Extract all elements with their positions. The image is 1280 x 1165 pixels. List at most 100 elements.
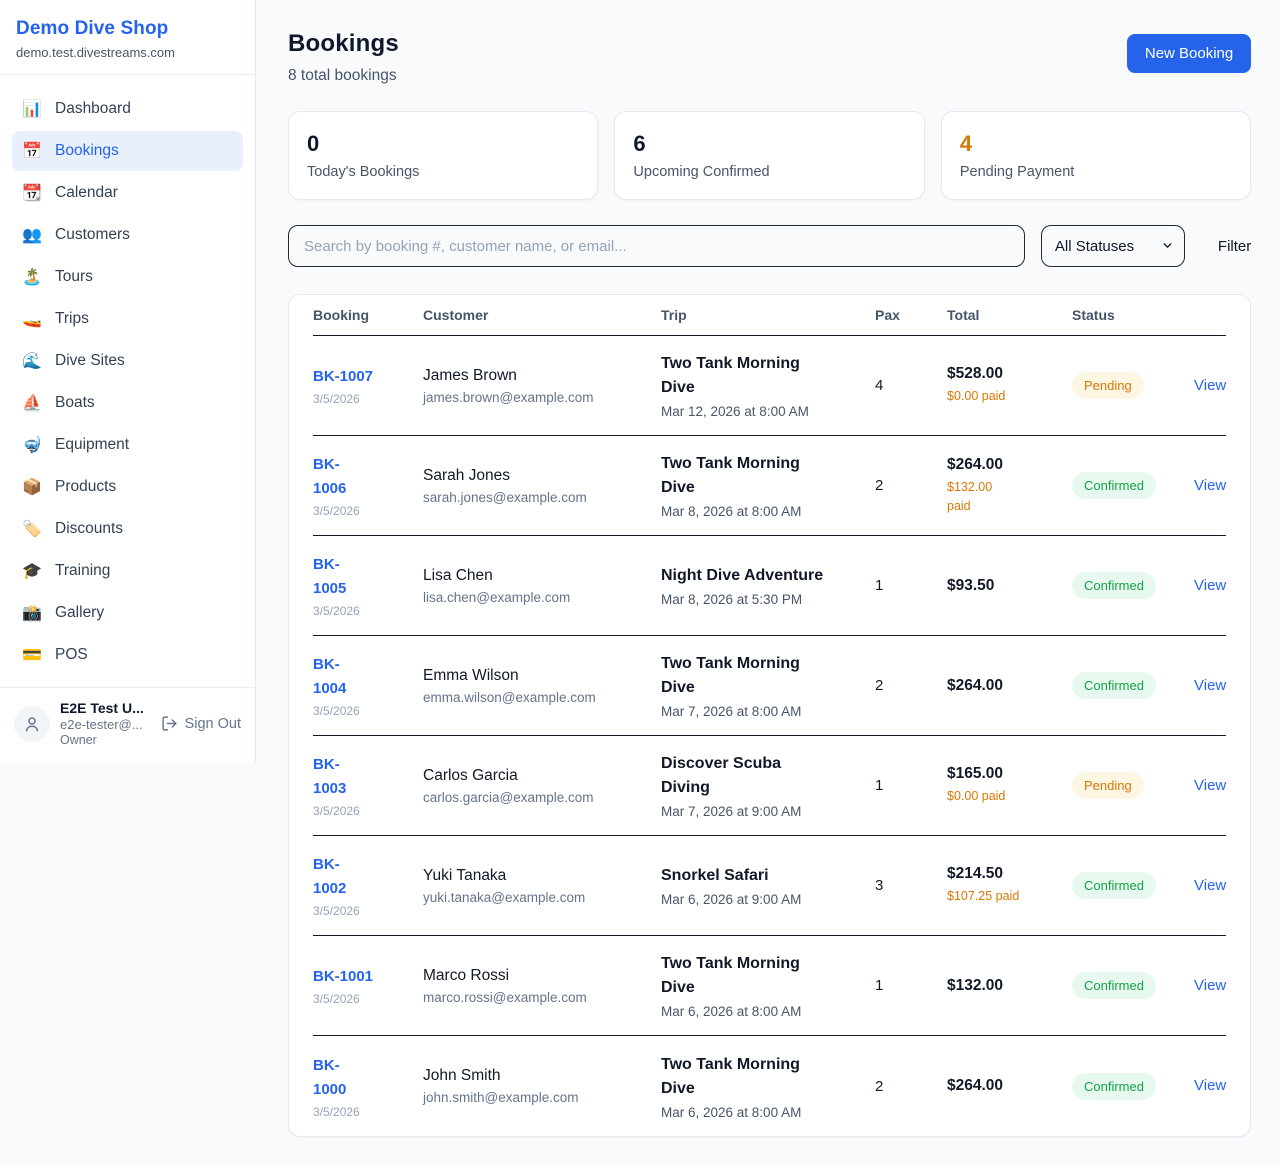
actions-cell: View [1194,977,1226,995]
actions-cell: View [1194,777,1226,795]
customer-email: james.brown@example.com [423,390,641,405]
sidebar-item-products[interactable]: 📦 Products [12,467,243,507]
new-booking-button[interactable]: New Booking [1127,34,1251,73]
sidebar-item-dive-sites[interactable]: 🌊 Dive Sites [12,341,243,381]
customer-email: emma.wilson@example.com [423,690,641,705]
tours-icon: 🏝️ [22,267,42,287]
sidebar-item-label: Training [55,562,110,580]
customer-name: John Smith [423,1067,641,1085]
brand-name: Demo Dive Shop [16,18,239,40]
booking-id-link[interactable]: BK-1001 [313,965,373,989]
trip-cell: Two Tank Morning Dive Mar 6, 2026 at 8:0… [661,952,875,1019]
trip-datetime: Mar 8, 2026 at 8:00 AM [661,504,855,519]
total-cell: $264.00 $132.00 paid [947,456,1072,516]
total-amount: $93.50 [947,577,1072,595]
view-link[interactable]: View [1194,1077,1226,1094]
actions-cell: View [1194,677,1226,695]
customer-email: john.smith@example.com [423,1090,641,1105]
status-badge: Confirmed [1072,1073,1156,1100]
booking-id-link[interactable]: BK- 1002 [313,853,346,901]
search-input[interactable] [288,225,1025,267]
view-link[interactable]: View [1194,977,1226,994]
status-select[interactable]: All Statuses [1041,225,1185,267]
customer-email: yuki.tanaka@example.com [423,890,641,905]
booking-id-link[interactable]: BK- 1003 [313,753,346,801]
trips-icon: 🚤 [22,309,42,329]
total-amount: $214.50 [947,865,1072,883]
col-header-status: Status [1072,307,1194,323]
table-row: BK- 1000 3/5/2026 John Smith john.smith@… [313,1036,1226,1136]
stat-value: 6 [633,131,905,157]
stat-card: 0 Today's Bookings [288,111,598,200]
pax-count: 1 [875,977,947,994]
sign-out-button[interactable]: Sign Out [161,715,241,732]
app-window: Demo Dive Shop demo.test.divestreams.com… [0,0,1280,1165]
calendar-icon: 📆 [22,183,42,203]
sidebar-item-training[interactable]: 🎓 Training [12,551,243,591]
table-row: BK- 1006 3/5/2026 Sarah Jones sarah.jone… [313,436,1226,536]
booking-id-link[interactable]: BK- 1006 [313,453,346,501]
trip-name: Two Tank Morning Dive [661,952,833,1000]
training-icon: 🎓 [22,561,42,581]
sidebar-item-customers[interactable]: 👥 Customers [12,215,243,255]
sidebar: Demo Dive Shop demo.test.divestreams.com… [0,0,256,763]
sidebar-item-gallery[interactable]: 📸 Gallery [12,593,243,633]
status-select-wrap: All Statuses [1041,225,1185,267]
total-cell: $165.00 $0.00 paid [947,765,1072,806]
paid-amount: $0.00 paid [947,787,1027,806]
pax-count: 4 [875,377,947,394]
view-link[interactable]: View [1194,777,1226,794]
pax-count: 1 [875,577,947,594]
booking-id-link[interactable]: BK-1007 [313,365,373,389]
sidebar-item-pos[interactable]: 💳 POS [12,635,243,675]
customer-name: Sarah Jones [423,467,641,485]
equipment-icon: 🤿 [22,435,42,455]
status-badge: Confirmed [1072,472,1156,499]
status-cell: Pending [1072,372,1194,399]
page-title: Bookings [288,30,399,58]
booking-id-link[interactable]: BK- 1004 [313,653,346,701]
view-link[interactable]: View [1194,477,1226,494]
sidebar-item-trips[interactable]: 🚤 Trips [12,299,243,339]
sidebar-item-tours[interactable]: 🏝️ Tours [12,257,243,297]
trip-name: Two Tank Morning Dive [661,652,833,700]
total-cell: $132.00 [947,977,1072,995]
booking-date: 3/5/2026 [313,504,423,518]
user-meta: E2E Test U... e2e-tester@... Owner [60,700,151,747]
total-cell: $528.00 $0.00 paid [947,365,1072,406]
booking-id-link[interactable]: BK- 1005 [313,553,346,601]
view-link[interactable]: View [1194,377,1226,394]
brand-domain: demo.test.divestreams.com [16,45,239,60]
discounts-icon: 🏷️ [22,519,42,539]
customer-cell: James Brown james.brown@example.com [423,367,661,405]
total-cell: $214.50 $107.25 paid [947,865,1072,906]
view-link[interactable]: View [1194,577,1226,594]
trip-name: Two Tank Morning Dive [661,352,833,400]
sidebar-item-discounts[interactable]: 🏷️ Discounts [12,509,243,549]
pax-count: 2 [875,1078,947,1095]
sidebar-item-bookings[interactable]: 📅 Bookings [12,131,243,171]
sidebar-item-label: Discounts [55,520,123,538]
trip-name: Night Dive Adventure [661,564,833,588]
dive-sites-icon: 🌊 [22,351,42,371]
trip-cell: Two Tank Morning Dive Mar 6, 2026 at 8:0… [661,1053,875,1120]
pax-count: 2 [875,477,947,494]
sidebar-item-label: Tours [55,268,93,286]
trip-cell: Two Tank Morning Dive Mar 7, 2026 at 8:0… [661,652,875,719]
sidebar-item-boats[interactable]: ⛵ Boats [12,383,243,423]
sidebar-item-label: Bookings [55,142,119,160]
brand-block: Demo Dive Shop demo.test.divestreams.com [0,0,255,75]
sidebar-item-label: Gallery [55,604,104,622]
total-amount: $132.00 [947,977,1072,995]
view-link[interactable]: View [1194,677,1226,694]
view-link[interactable]: View [1194,877,1226,894]
col-header-pax: Pax [875,307,947,323]
sidebar-item-equipment[interactable]: 🤿 Equipment [12,425,243,465]
total-amount: $264.00 [947,677,1072,695]
booking-id-link[interactable]: BK- 1000 [313,1054,346,1102]
total-amount: $264.00 [947,456,1072,474]
sidebar-item-calendar[interactable]: 📆 Calendar [12,173,243,213]
trip-datetime: Mar 6, 2026 at 9:00 AM [661,892,855,907]
sidebar-item-dashboard[interactable]: 📊 Dashboard [12,89,243,129]
filter-button[interactable]: Filter [1218,238,1251,255]
